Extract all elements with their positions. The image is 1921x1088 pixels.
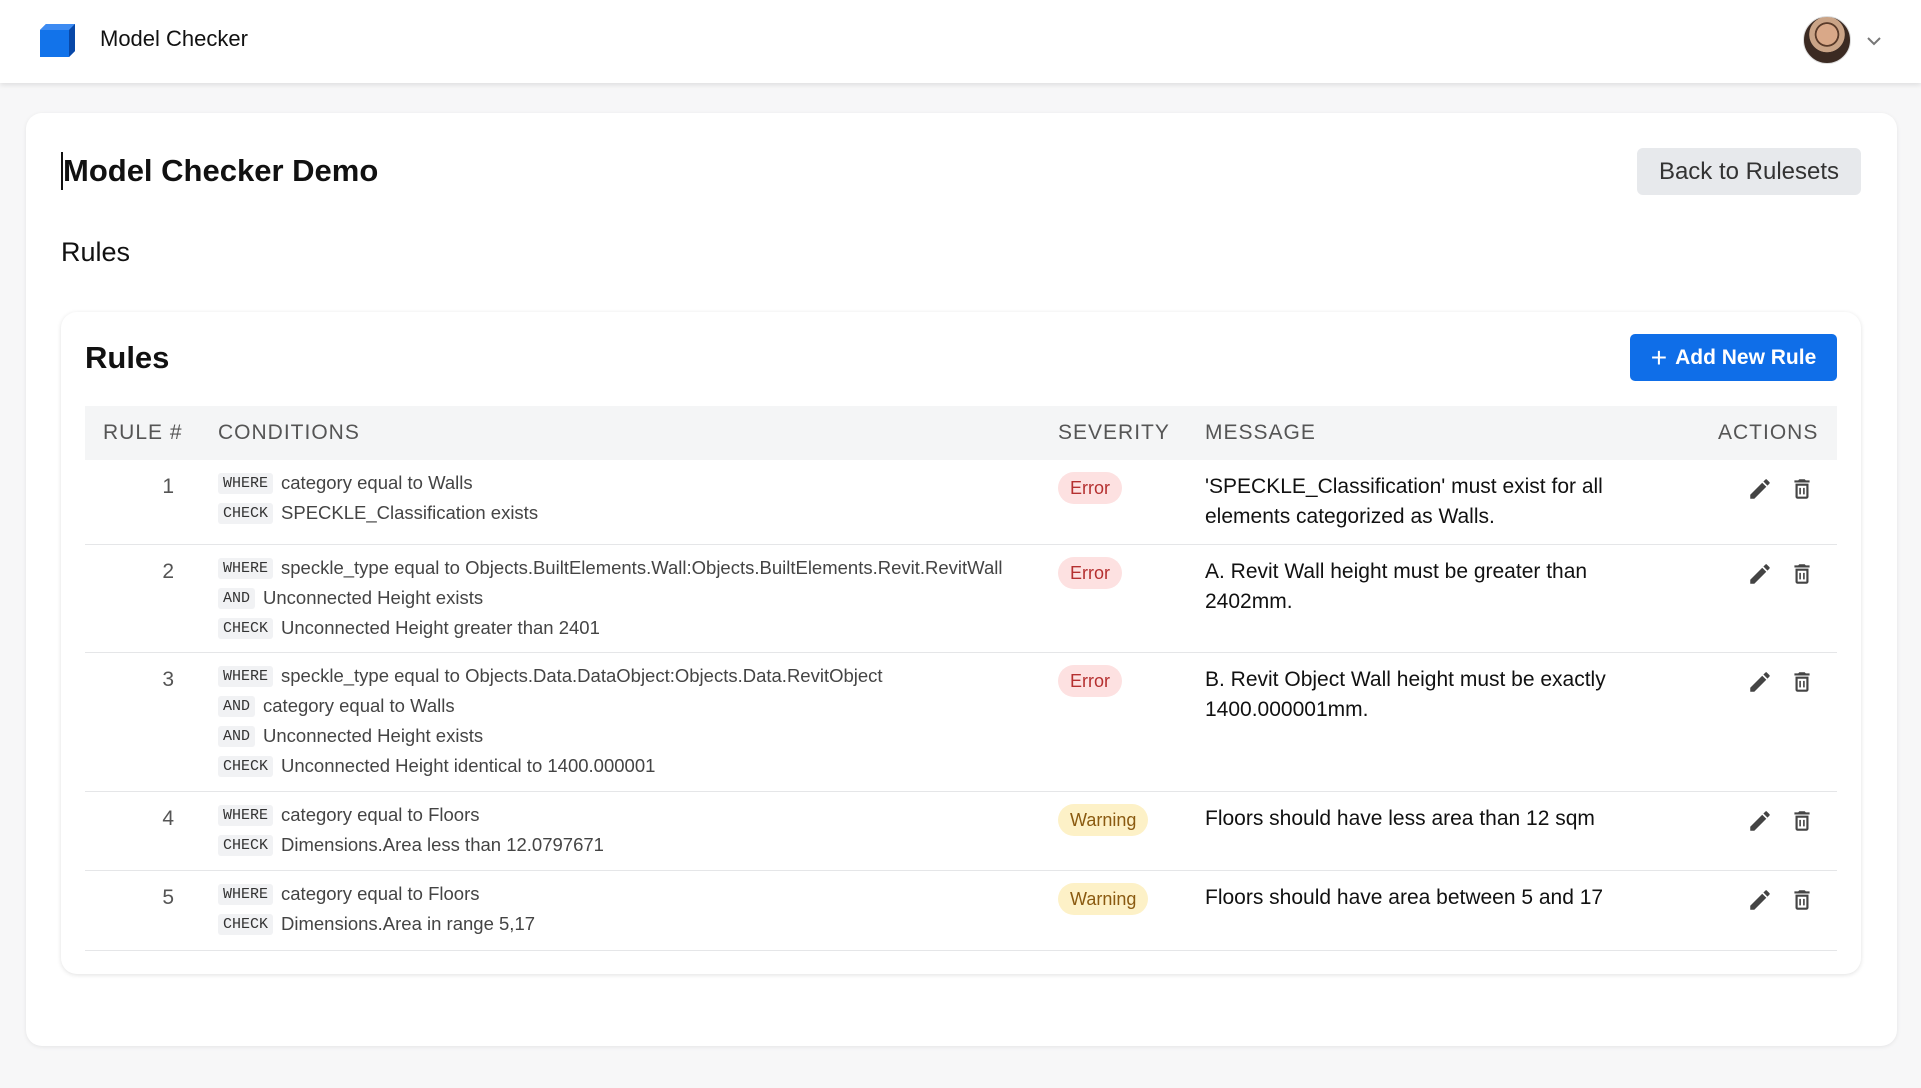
condition-text: category equal to Floors <box>281 804 480 825</box>
trash-icon[interactable] <box>1789 669 1815 695</box>
pencil-icon[interactable] <box>1747 669 1773 695</box>
column-rule-number: RULE # <box>103 421 183 444</box>
table-row: 5 WHERE category equal to Floors CHECK Dim… <box>85 871 1837 951</box>
condition-text: category equal to Floors <box>281 883 480 904</box>
cube-logo-icon[interactable] <box>40 24 75 57</box>
rule-conditions: WHERE category equal to Floors CHECK Dimen… <box>218 800 604 860</box>
condition-text: Unconnected Height greater than 2401 <box>281 617 600 638</box>
condition: CHECK Dimensions.Area less than 12.079767… <box>218 830 604 860</box>
table-header: RULE # CONDITIONS SEVERITY MESSAGE ACTIO… <box>85 406 1837 460</box>
rules-card-heading: Rules <box>85 340 170 375</box>
condition: WHERE speckle_type equal to Objects.Data.… <box>218 661 883 691</box>
condition-keyword: WHERE <box>218 665 274 687</box>
table-row: 4 WHERE category equal to Floors CHECK Dim… <box>85 792 1837 871</box>
rule-number: 1 <box>162 475 174 498</box>
column-message: MESSAGE <box>1205 421 1316 444</box>
section-heading: Rules <box>61 237 131 267</box>
trash-icon[interactable] <box>1789 808 1815 834</box>
condition-text: Dimensions.Area less than 12.0797671 <box>281 834 604 855</box>
severity-badge: Error <box>1058 665 1122 697</box>
condition-keyword: WHERE <box>218 557 274 579</box>
condition-keyword: WHERE <box>218 472 274 494</box>
pencil-icon[interactable] <box>1747 476 1773 502</box>
severity-badge: Error <box>1058 472 1122 504</box>
rule-conditions: WHERE speckle_type equal to Objects.Built… <box>218 553 1002 643</box>
condition-text: Unconnected Height exists <box>263 725 484 746</box>
severity-badge: Warning <box>1058 804 1149 836</box>
condition-keyword: CHECK <box>218 755 274 777</box>
app-title: Model Checker <box>100 26 248 51</box>
rule-conditions: WHERE speckle_type equal to Objects.Data.… <box>218 661 883 781</box>
rule-number: 5 <box>162 886 174 909</box>
condition-text: category equal to Walls <box>281 472 473 493</box>
pencil-icon[interactable] <box>1747 887 1773 913</box>
rule-number: 4 <box>162 807 174 830</box>
pencil-icon[interactable] <box>1747 808 1773 834</box>
condition-keyword: CHECK <box>218 913 274 935</box>
column-conditions: CONDITIONS <box>218 421 360 444</box>
trash-icon[interactable] <box>1789 561 1815 587</box>
pencil-icon[interactable] <box>1747 561 1773 587</box>
rule-message: B. Revit Object Wall height must be exac… <box>1205 668 1606 721</box>
condition: WHERE speckle_type equal to Objects.Built… <box>218 553 1002 583</box>
rule-number: 3 <box>162 668 174 691</box>
condition: CHECK Unconnected Height identical to 140… <box>218 751 883 781</box>
condition: WHERE category equal to Walls <box>218 468 538 498</box>
add-new-rule-button[interactable]: + Add New Rule <box>1630 334 1837 381</box>
condition-keyword: AND <box>218 725 256 747</box>
table-row: 3 WHERE speckle_type equal to Objects.Dat… <box>85 653 1837 792</box>
add-new-rule-label: Add New Rule <box>1675 345 1817 369</box>
rule-number: 2 <box>162 560 174 583</box>
condition-keyword: WHERE <box>218 804 274 826</box>
table-row: 1 WHERE category equal to Walls CHECK SPEC… <box>85 460 1837 545</box>
condition: WHERE category equal to Floors <box>218 879 535 909</box>
condition-keyword: WHERE <box>218 883 274 905</box>
condition-text: speckle_type equal to Objects.Data.DataO… <box>281 665 883 686</box>
severity-badge: Warning <box>1058 883 1149 915</box>
rule-message: Floors should have area between 5 and 17 <box>1205 886 1604 909</box>
condition-keyword: CHECK <box>218 617 274 639</box>
condition: WHERE category equal to Floors <box>218 800 604 830</box>
condition-keyword: AND <box>218 587 256 609</box>
page-title[interactable]: Model Checker Demo <box>61 152 378 190</box>
condition-text: category equal to Walls <box>263 695 455 716</box>
condition-keyword: CHECK <box>218 502 274 524</box>
condition-text: SPECKLE_Classification exists <box>281 502 539 523</box>
condition-text: Dimensions.Area in range 5,17 <box>281 913 536 934</box>
condition-text: Unconnected Height exists <box>263 587 484 608</box>
rule-conditions: WHERE category equal to Floors CHECK Dimen… <box>218 879 535 939</box>
condition: CHECK Dimensions.Area in range 5,17 <box>218 909 535 939</box>
rule-message: Floors should have less area than 12 sqm <box>1205 807 1595 830</box>
severity-badge: Error <box>1058 557 1122 589</box>
trash-icon[interactable] <box>1789 476 1815 502</box>
chevron-down-icon[interactable] <box>1864 31 1884 51</box>
condition-keyword: AND <box>218 695 256 717</box>
back-to-rulesets-button[interactable]: Back to Rulesets <box>1637 148 1861 195</box>
rule-message: A. Revit Wall height must be greater tha… <box>1205 560 1588 613</box>
condition: CHECK Unconnected Height greater than 240… <box>218 613 1002 643</box>
rule-message: 'SPECKLE_Classification' must exist for … <box>1205 475 1603 528</box>
column-severity: SEVERITY <box>1058 421 1170 444</box>
plus-icon: + <box>1650 341 1668 373</box>
top-bar: Model Checker <box>0 0 1921 83</box>
user-avatar[interactable] <box>1803 16 1851 64</box>
condition: CHECK SPECKLE_Classification exists <box>218 498 538 528</box>
condition: AND Unconnected Height exists <box>218 721 883 751</box>
column-actions: ACTIONS <box>1718 421 1819 444</box>
condition: AND category equal to Walls <box>218 691 883 721</box>
table-row: 2 WHERE speckle_type equal to Objects.Bui… <box>85 545 1837 653</box>
condition-text: Unconnected Height identical to 1400.000… <box>281 755 656 776</box>
condition-keyword: CHECK <box>218 834 274 856</box>
condition-text: speckle_type equal to Objects.BuiltEleme… <box>281 557 1003 578</box>
condition: AND Unconnected Height exists <box>218 583 1002 613</box>
rule-conditions: WHERE category equal to Walls CHECK SPECKL… <box>218 468 538 528</box>
trash-icon[interactable] <box>1789 887 1815 913</box>
